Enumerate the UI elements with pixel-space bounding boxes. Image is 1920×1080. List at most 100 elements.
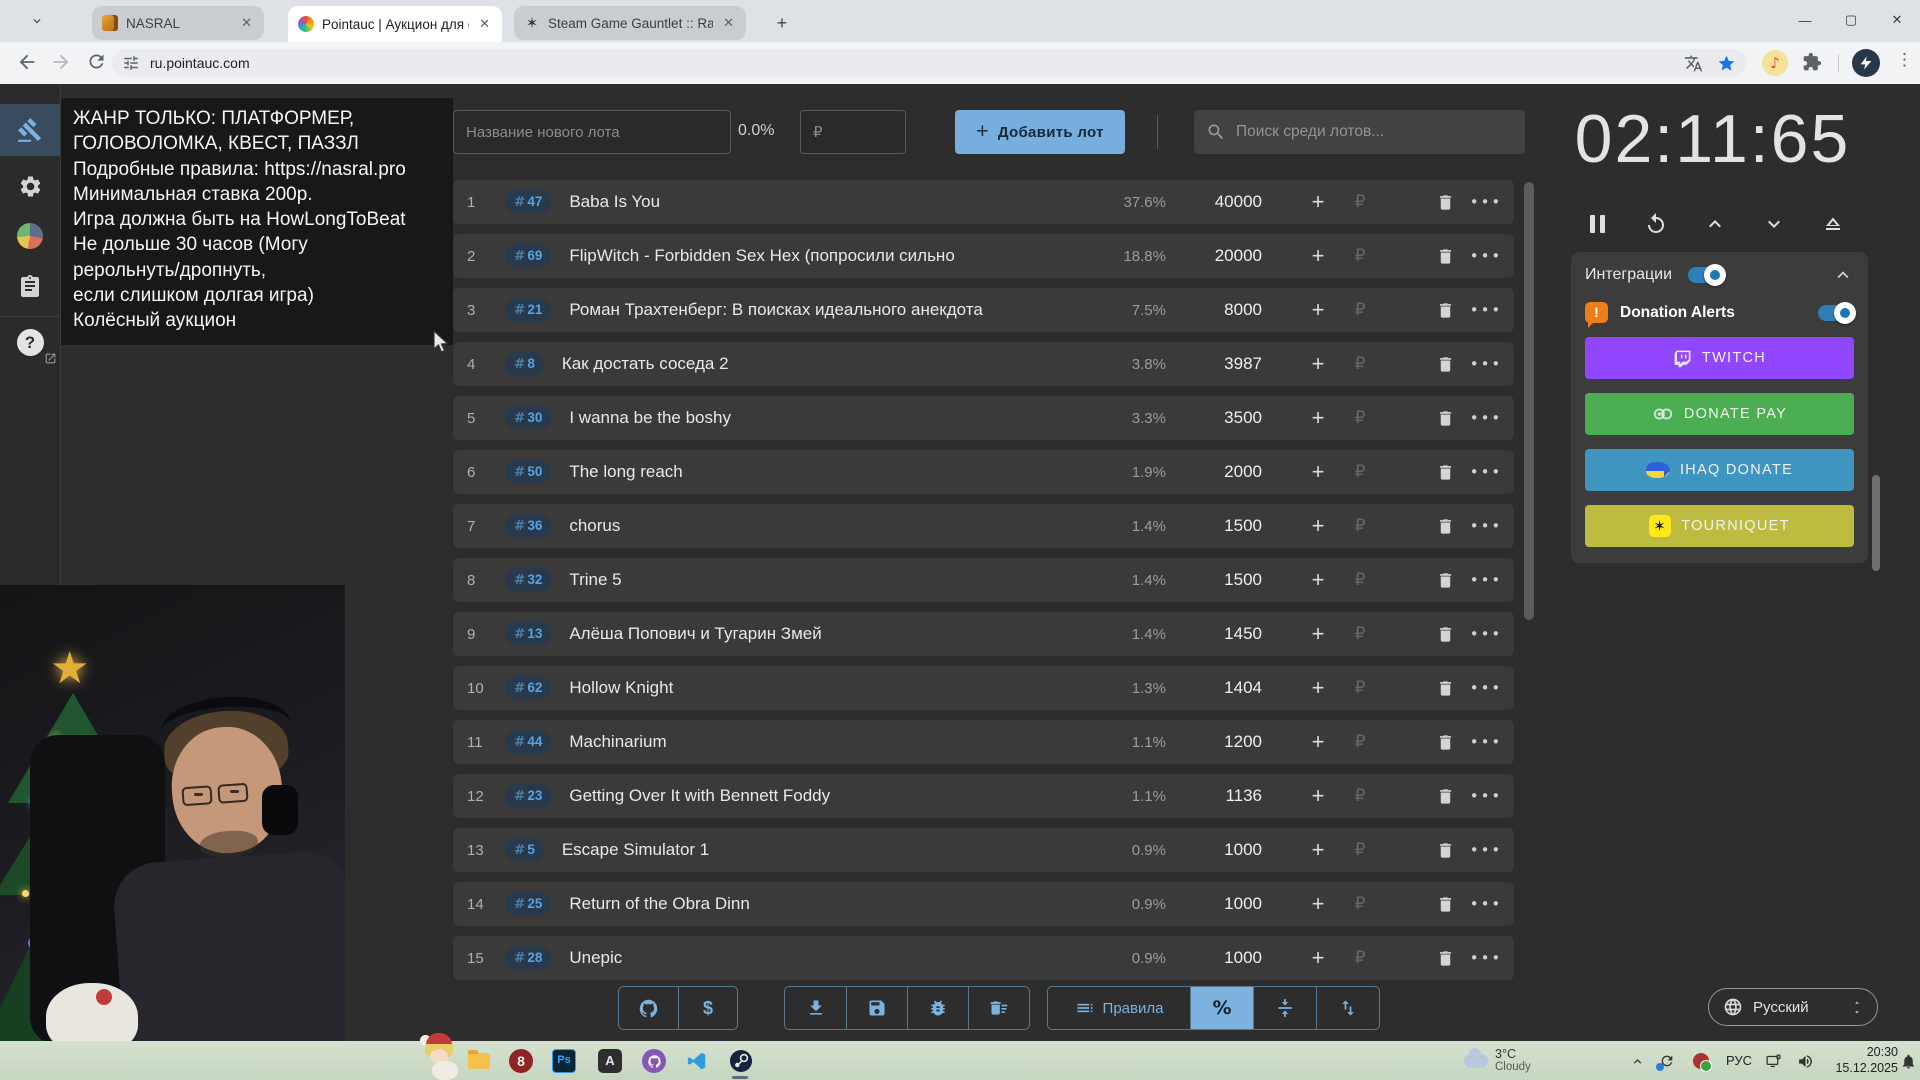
language-selector[interactable]: Русский — [1708, 988, 1878, 1026]
window-minimize-button[interactable]: — — [1782, 0, 1828, 40]
percent-mode-button[interactable]: % — [1190, 987, 1253, 1029]
lot-add-bid-button[interactable]: + — [1298, 729, 1338, 755]
lot-more-button[interactable]: ••• — [1470, 841, 1514, 859]
sidebar-item-wheel[interactable] — [0, 210, 60, 262]
lot-name[interactable]: I wanna be the boshy — [569, 408, 1100, 428]
lot-delete-button[interactable] — [1430, 895, 1460, 914]
lot-more-button[interactable]: ••• — [1470, 301, 1514, 319]
lot-amount[interactable]: 2000 — [1166, 462, 1262, 482]
new-lot-amount-input[interactable] — [800, 110, 906, 154]
address-bar[interactable]: ru.pointauc.com — [112, 49, 1746, 77]
lot-name[interactable]: FlipWitch - Forbidden Sex Hex (попросили… — [569, 246, 1100, 266]
notifications-bell-icon[interactable] — [1899, 1052, 1917, 1070]
lot-name[interactable]: chorus — [569, 516, 1100, 536]
right-panel-scrollbar[interactable] — [1872, 475, 1880, 571]
translate-icon[interactable] — [1684, 54, 1703, 73]
lot-amount[interactable]: 1000 — [1166, 840, 1262, 860]
tourniquet-button[interactable]: ✶ TOURNIQUET — [1585, 505, 1854, 547]
browser-menu-icon[interactable]: ⋮ — [1896, 50, 1913, 70]
lot-delete-button[interactable] — [1430, 949, 1460, 968]
lot-amount[interactable]: 1404 — [1166, 678, 1262, 698]
lot-amount[interactable]: 8000 — [1166, 300, 1262, 320]
integrations-collapse-button[interactable] — [1832, 264, 1854, 286]
lot-name[interactable]: Return of the Obra Dinn — [569, 894, 1100, 914]
lot-add-bid-button[interactable]: + — [1298, 189, 1338, 215]
forward-icon[interactable] — [50, 51, 74, 75]
input-language-indicator[interactable]: РУС — [1726, 1053, 1752, 1068]
lot-more-button[interactable]: ••• — [1470, 355, 1514, 373]
lot-more-button[interactable]: ••• — [1470, 463, 1514, 481]
lot-currency-button[interactable]: ₽ — [1340, 246, 1380, 266]
steam-icon[interactable] — [728, 1048, 754, 1074]
lot-delete-button[interactable] — [1430, 679, 1460, 698]
lot-name[interactable]: Baba Is You — [569, 192, 1100, 212]
donation-alerts-toggle[interactable] — [1818, 305, 1854, 321]
lot-delete-button[interactable] — [1430, 193, 1460, 212]
lot-more-button[interactable]: ••• — [1470, 247, 1514, 265]
lot-currency-button[interactable]: ₽ — [1340, 894, 1380, 914]
lot-more-button[interactable]: ••• — [1470, 787, 1514, 805]
lot-currency-button[interactable]: ₽ — [1340, 840, 1380, 860]
lot-currency-button[interactable]: ₽ — [1340, 408, 1380, 428]
lot-currency-button[interactable]: ₽ — [1340, 516, 1380, 536]
lot-delete-button[interactable] — [1430, 571, 1460, 590]
browser-tab-nasral[interactable]: NASRAL ✕ — [92, 6, 264, 40]
lot-currency-button[interactable]: ₽ — [1340, 570, 1380, 590]
lot-more-button[interactable]: ••• — [1470, 571, 1514, 589]
lot-more-button[interactable]: ••• — [1470, 409, 1514, 427]
lot-add-bid-button[interactable]: + — [1298, 513, 1338, 539]
music-extension-icon[interactable]: ♪ — [1762, 50, 1788, 76]
lot-add-bid-button[interactable]: + — [1298, 405, 1338, 431]
reload-icon[interactable] — [86, 51, 110, 75]
lot-name[interactable]: Hollow Knight — [569, 678, 1100, 698]
new-tab-button[interactable]: + — [770, 11, 794, 35]
browser-tab-steam-gauntlet[interactable]: ✶ Steam Game Gauntlet :: Rando ✕ — [514, 6, 746, 40]
tab-close-icon[interactable]: ✕ — [239, 15, 254, 31]
timer-add-time-button[interactable] — [1700, 210, 1730, 238]
add-lot-button[interactable]: + Добавить лот — [955, 110, 1125, 154]
lot-amount[interactable]: 3500 — [1166, 408, 1262, 428]
timer-subtract-time-button[interactable] — [1759, 210, 1789, 238]
window-maximize-button[interactable]: ▢ — [1828, 0, 1874, 40]
sort-button[interactable] — [1316, 987, 1379, 1029]
extensions-puzzle-icon[interactable] — [1802, 52, 1824, 74]
lot-add-bid-button[interactable]: + — [1298, 351, 1338, 377]
tray-volume-icon[interactable] — [1796, 1052, 1814, 1070]
download-button[interactable] — [785, 987, 846, 1029]
lot-amount[interactable]: 1200 — [1166, 732, 1262, 752]
lot-amount[interactable]: 1000 — [1166, 894, 1262, 914]
lot-currency-button[interactable]: ₽ — [1340, 300, 1380, 320]
lot-currency-button[interactable]: ₽ — [1340, 192, 1380, 212]
lot-delete-button[interactable] — [1430, 409, 1460, 428]
timer-max-time-button[interactable] — [1818, 210, 1848, 238]
sidebar-item-settings[interactable] — [0, 160, 60, 212]
lot-add-bid-button[interactable]: + — [1298, 297, 1338, 323]
lot-delete-button[interactable] — [1430, 787, 1460, 806]
lot-name[interactable]: Getting Over It with Bennett Foddy — [569, 786, 1100, 806]
photoshop-icon[interactable]: Ps — [551, 1048, 577, 1074]
compact-view-button[interactable] — [1253, 987, 1316, 1029]
integrations-toggle[interactable] — [1688, 267, 1724, 283]
red-app-icon[interactable]: 8 — [508, 1048, 534, 1074]
lot-add-bid-button[interactable]: + — [1298, 621, 1338, 647]
lot-more-button[interactable]: ••• — [1470, 895, 1514, 913]
lot-delete-button[interactable] — [1430, 301, 1460, 320]
clear-all-button[interactable] — [968, 987, 1029, 1029]
lot-delete-button[interactable] — [1430, 841, 1460, 860]
github-button[interactable] — [619, 987, 678, 1029]
new-lot-name-input[interactable] — [453, 110, 731, 154]
profile-avatar[interactable] — [1852, 49, 1880, 77]
lot-name[interactable]: Escape Simulator 1 — [562, 840, 1100, 860]
tray-display-icon[interactable] — [1764, 1052, 1782, 1070]
lot-add-bid-button[interactable]: + — [1298, 243, 1338, 269]
tray-antivirus-icon[interactable] — [1692, 1052, 1710, 1070]
lot-amount[interactable]: 20000 — [1166, 246, 1262, 266]
browser-tab-pointauc[interactable]: Pointauc | Аукцион для стриме ✕ — [288, 6, 502, 42]
lot-add-bid-button[interactable]: + — [1298, 891, 1338, 917]
vscode-icon[interactable] — [684, 1048, 710, 1074]
lot-add-bid-button[interactable]: + — [1298, 837, 1338, 863]
lot-currency-button[interactable]: ₽ — [1340, 624, 1380, 644]
dark-a-app-icon[interactable]: A — [597, 1048, 623, 1074]
lot-more-button[interactable]: ••• — [1470, 733, 1514, 751]
lot-add-bid-button[interactable]: + — [1298, 945, 1338, 971]
